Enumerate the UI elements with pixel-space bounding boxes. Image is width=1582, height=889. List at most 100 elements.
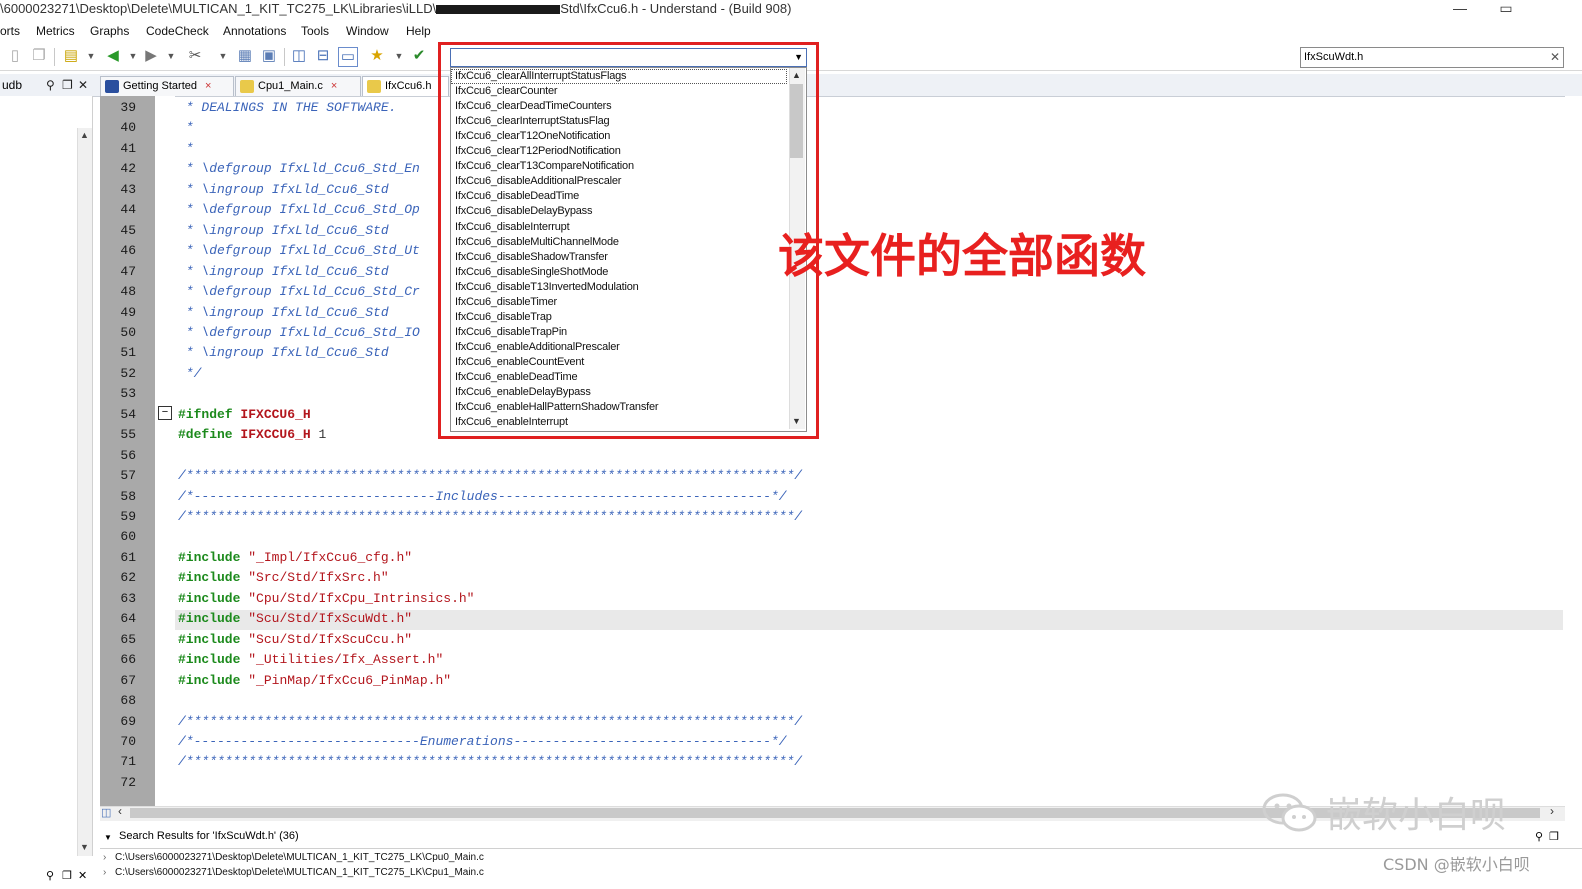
back-icon[interactable]: ◀ <box>104 47 122 65</box>
code-line: * \defgroup IfxLld_Ccu6_Std_Ut <box>178 243 420 258</box>
wechat-logo-icon <box>1262 793 1317 832</box>
line-number: 55 <box>120 427 136 442</box>
code-line: /*-------------------------------Include… <box>178 489 787 504</box>
chevron-down-icon[interactable]: ▼ <box>82 47 100 65</box>
redacted-block <box>436 5 561 15</box>
minimize-button[interactable]: — <box>1440 0 1480 18</box>
collapse-icon[interactable]: ▼ <box>104 833 112 842</box>
line-number: 64 <box>120 611 136 626</box>
close-icon[interactable]: ✕ <box>78 78 88 92</box>
line-number: 66 <box>120 652 136 667</box>
line-number: 40 <box>120 120 136 135</box>
line-number: 43 <box>120 182 136 197</box>
line-number: 52 <box>120 366 136 381</box>
line-number: 60 <box>120 529 136 544</box>
scroll-up-icon[interactable]: ▲ <box>80 130 89 140</box>
float-icon[interactable]: ❐ <box>62 869 72 882</box>
line-number: 49 <box>120 305 136 320</box>
tab-getting-started[interactable]: Getting Started × <box>100 76 234 96</box>
scroll-down-icon[interactable]: ▼ <box>80 842 89 852</box>
line-number: 63 <box>120 591 136 606</box>
chevron-down-icon[interactable]: ▼ <box>162 47 180 65</box>
scroll-left-icon[interactable]: ‹ <box>118 804 122 818</box>
maximize-button[interactable]: ▭ <box>1486 0 1526 18</box>
line-number: 53 <box>120 386 136 401</box>
forward-icon[interactable]: ▶ <box>142 47 160 65</box>
close-tab-icon[interactable]: × <box>205 80 211 92</box>
search-result-item[interactable]: C:\Users\6000023271\Desktop\Delete\MULTI… <box>115 852 484 863</box>
menu-bar: orts Metrics Graphs CodeCheck Annotation… <box>0 22 1582 40</box>
search-doc-icon[interactable]: ▣ <box>260 47 278 65</box>
tab-label: Getting Started <box>123 80 197 92</box>
menu-tools[interactable]: Tools <box>301 22 329 40</box>
code-line: * \ingroup IfxLld_Ccu6_Std <box>178 264 389 279</box>
menu-window[interactable]: Window <box>346 22 389 40</box>
menu-codecheck[interactable]: CodeCheck <box>146 22 209 40</box>
chevron-down-icon[interactable]: ▼ <box>390 47 408 65</box>
code-line: #include "Cpu/Std/IfxCpu_Intrinsics.h" <box>178 591 475 606</box>
line-number: 54 <box>120 407 136 422</box>
tab-ifxccu6-h[interactable]: IfxCcu6.h <box>362 76 449 96</box>
line-number: 67 <box>120 673 136 688</box>
code-line: * \ingroup IfxLld_Ccu6_Std <box>178 305 389 320</box>
menu-help[interactable]: Help <box>406 22 431 40</box>
chevron-right-icon[interactable]: › <box>103 852 106 863</box>
close-icon[interactable]: ✕ <box>78 869 87 882</box>
float-icon[interactable]: ❐ <box>62 78 73 92</box>
code-line: /*-----------------------------Enumerati… <box>178 734 787 749</box>
tab-cpu1-main[interactable]: Cpu1_Main.c × <box>235 76 361 96</box>
chevron-down-icon[interactable]: ▼ <box>214 47 232 65</box>
chevron-down-icon[interactable]: ▼ <box>124 47 142 65</box>
code-line: #include "_PinMap/IfxCcu6_PinMap.h" <box>178 673 452 688</box>
understand-icon <box>105 79 119 93</box>
close-tab-icon[interactable]: × <box>331 80 337 92</box>
c-file-icon <box>240 79 254 93</box>
left-pane-title: udb <box>2 78 23 92</box>
left-pane-scrollbar[interactable] <box>77 128 92 856</box>
single-pane-icon[interactable]: ▭ <box>338 47 358 67</box>
bookmark-icon[interactable]: ▤ <box>62 47 80 65</box>
divider <box>100 848 1582 849</box>
copy-icon[interactable]: ❐ <box>30 47 48 65</box>
tab-label: Cpu1_Main.c <box>258 80 323 92</box>
pin-icon[interactable]: ⚲ <box>46 869 54 882</box>
code-line: #include "Src/Std/IfxSrc.h" <box>178 570 389 585</box>
scroll-right-icon[interactable]: › <box>1550 804 1554 818</box>
code-line: * \defgroup IfxLld_Ccu6_Std_IO <box>178 325 420 340</box>
search-input[interactable]: IfxScuWdt.h ✕ <box>1300 47 1564 68</box>
clear-search-icon[interactable]: ✕ <box>1550 48 1560 67</box>
line-number: 45 <box>120 223 136 238</box>
line-number: 48 <box>120 284 136 299</box>
code-line: #include "Scu/Std/IfxScuCcu.h" <box>178 632 413 647</box>
menu-ports[interactable]: orts <box>0 22 20 40</box>
chevron-right-icon[interactable]: › <box>103 867 106 878</box>
window-title: \6000023271\Desktop\Delete\MULTICAN_1_KI… <box>0 0 791 17</box>
split-icon[interactable]: ◫ <box>101 806 111 819</box>
fold-toggle[interactable]: − <box>158 406 172 420</box>
check-icon[interactable]: ✔ <box>410 47 428 65</box>
title-bar: \6000023271\Desktop\Delete\MULTICAN_1_KI… <box>0 0 1582 18</box>
line-number: 41 <box>120 141 136 156</box>
line-number: 65 <box>120 632 136 647</box>
split-horizontal-icon[interactable]: ⊟ <box>314 47 332 65</box>
split-vertical-icon[interactable]: ◫ <box>290 47 308 65</box>
menu-graphs[interactable]: Graphs <box>90 22 129 40</box>
csdn-credit: CSDN @嵌软小白呗 <box>1383 855 1530 874</box>
cut-icon[interactable]: ✂ <box>186 47 204 65</box>
star-icon[interactable]: ★ <box>368 47 386 65</box>
search-value: IfxScuWdt.h <box>1304 51 1364 63</box>
title-path: \6000023271\Desktop\Delete\MULTICAN_1_KI… <box>0 1 437 16</box>
search-result-item[interactable]: C:\Users\6000023271\Desktop\Delete\MULTI… <box>115 867 484 878</box>
watermark-text: 嵌软小白呗 <box>1326 795 1507 836</box>
line-number: 42 <box>120 161 136 176</box>
pin-icon[interactable]: ⚲ <box>1535 830 1543 843</box>
graph-icon[interactable]: ▦ <box>236 47 254 65</box>
menu-annotations[interactable]: Annotations <box>223 22 286 40</box>
new-file-icon[interactable]: ▯ <box>6 47 24 65</box>
float-icon[interactable]: ❐ <box>1549 830 1559 843</box>
menu-metrics[interactable]: Metrics <box>36 22 75 40</box>
pin-icon[interactable]: ⚲ <box>46 78 55 92</box>
editor-vertical-scrollbar[interactable] <box>1565 96 1582 806</box>
line-number: 58 <box>120 489 136 504</box>
code-line: * <box>178 141 194 156</box>
